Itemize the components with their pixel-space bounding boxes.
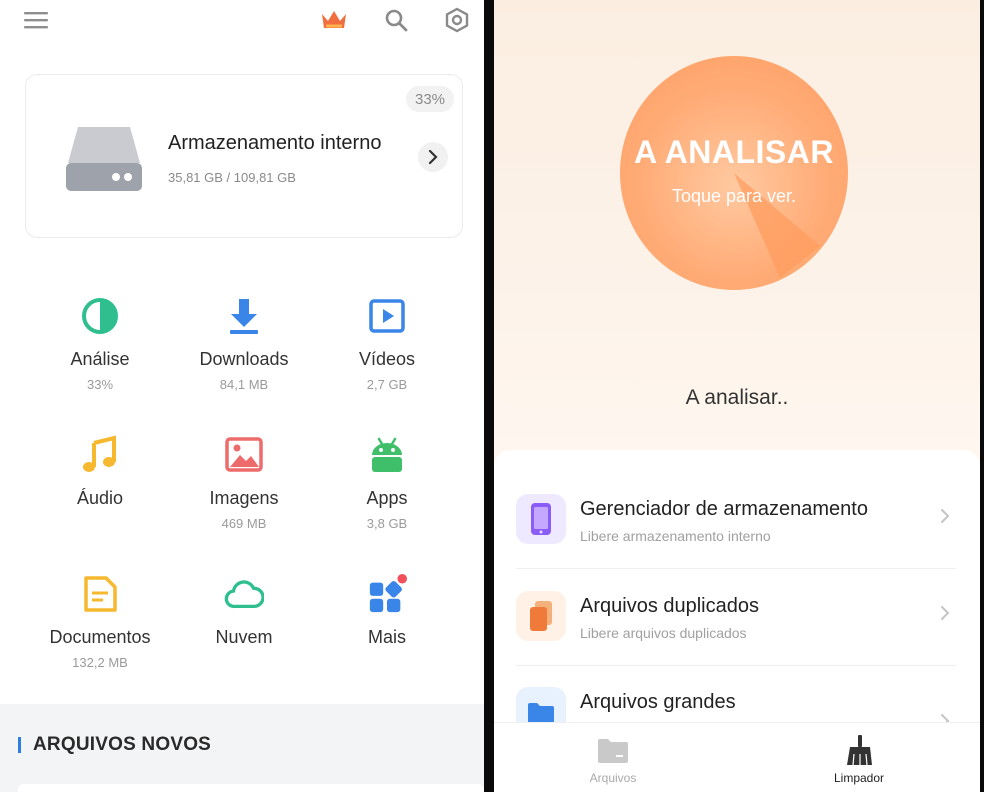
scan-status: A analisar..: [685, 386, 789, 409]
nav-label: Limpador: [833, 771, 885, 785]
category-videos[interactable]: Vídeos 2,7 GB: [312, 296, 462, 392]
section-content-edge: [18, 784, 484, 792]
item-subtitle: Libere arquivos duplicados: [580, 625, 747, 641]
category-more[interactable]: Mais: [312, 574, 462, 648]
category-cloud[interactable]: Nuvem: [169, 574, 319, 648]
storage-title: Armazenamento interno: [168, 132, 382, 154]
list-item-duplicate-files[interactable]: Arquivos duplicados Libere arquivos dupl…: [516, 569, 956, 665]
list-item-storage-manager[interactable]: Gerenciador de armazenamento Libere arma…: [516, 472, 956, 568]
item-title: Gerenciador de armazenamento: [580, 498, 868, 520]
cleaner-options-list: Gerenciador de armazenamento Libere arma…: [494, 450, 980, 737]
folder-icon: [553, 733, 673, 767]
storage-usage: 35,81 GB / 109,81 GB: [168, 170, 296, 185]
category-value: 132,2 MB: [72, 655, 128, 670]
new-files-section: ARQUIVOS NOVOS: [0, 704, 484, 792]
category-label: Análise: [70, 349, 130, 369]
cloud-icon: [224, 574, 264, 614]
category-apps[interactable]: Apps 3,8 GB: [312, 435, 462, 531]
item-subtitle: Libere armazenamento interno: [580, 528, 771, 544]
category-images[interactable]: Imagens 469 MB: [169, 435, 319, 531]
category-label: Imagens: [209, 488, 279, 508]
nav-tab-files[interactable]: Arquivos: [553, 733, 673, 785]
pie-chart-icon: [80, 296, 120, 336]
chevron-right-icon[interactable]: [418, 142, 448, 172]
duplicate-files-icon: [516, 591, 566, 641]
internal-storage-card[interactable]: 33% Armazenamento interno 35,81 GB / 109…: [25, 74, 463, 238]
chevron-right-icon: [940, 605, 950, 626]
category-value: 2,7 GB: [366, 377, 408, 392]
video-icon: [367, 296, 407, 336]
search-icon[interactable]: [380, 4, 412, 36]
category-audio[interactable]: Áudio: [25, 435, 175, 509]
nav-label: Arquivos: [589, 771, 637, 785]
apps-grid-icon: [367, 574, 407, 614]
category-value: 84,1 MB: [219, 377, 269, 392]
category-label: Downloads: [199, 349, 289, 369]
category-label: Apps: [366, 488, 408, 508]
storage-percent-badge: 33%: [406, 86, 454, 112]
scan-subtitle: Toque para ver.: [671, 186, 797, 206]
item-title: Arquivos duplicados: [580, 595, 759, 617]
download-icon: [224, 296, 264, 336]
cleaner-panel: A ANALISAR Toque para ver. A analisar.. …: [494, 0, 980, 792]
category-value: 3,8 GB: [366, 516, 408, 531]
chevron-right-icon: [940, 508, 950, 529]
category-label: Documentos: [49, 627, 151, 647]
screen: 33% Armazenamento interno 35,81 GB / 109…: [0, 0, 984, 792]
scan-progress-wedge: [734, 173, 820, 278]
document-icon: [80, 574, 120, 614]
image-icon: [224, 435, 264, 475]
category-label: Mais: [367, 627, 406, 647]
section-title: ARQUIVOS NOVOS: [33, 734, 212, 755]
settings-icon[interactable]: [441, 4, 473, 36]
category-label: Vídeos: [358, 349, 416, 369]
drive-icon: [64, 123, 144, 200]
music-note-icon: [80, 435, 120, 475]
section-accent-bar: [18, 737, 21, 753]
category-value: 469 MB: [221, 516, 267, 531]
crown-icon[interactable]: [318, 4, 350, 36]
menu-icon[interactable]: [20, 4, 52, 36]
category-label: Nuvem: [215, 627, 273, 647]
android-icon: [367, 435, 407, 475]
item-title: Arquivos grandes: [580, 691, 736, 713]
broom-icon: [799, 733, 919, 767]
bottom-navigation: Arquivos Limpador: [494, 722, 980, 792]
category-documents[interactable]: Documentos 132,2 MB: [25, 574, 175, 670]
nav-tab-cleaner[interactable]: Limpador: [799, 733, 919, 785]
category-label: Áudio: [76, 488, 124, 508]
file-manager-panel: 33% Armazenamento interno 35,81 GB / 109…: [0, 0, 484, 792]
scan-button[interactable]: A ANALISAR Toque para ver.: [620, 56, 848, 290]
category-downloads[interactable]: Downloads 84,1 MB: [169, 296, 319, 392]
phone-icon: [516, 494, 566, 544]
category-analysis[interactable]: Análise 33%: [25, 296, 175, 392]
scan-title: A ANALISAR: [634, 134, 834, 170]
category-value: 33%: [86, 377, 114, 392]
